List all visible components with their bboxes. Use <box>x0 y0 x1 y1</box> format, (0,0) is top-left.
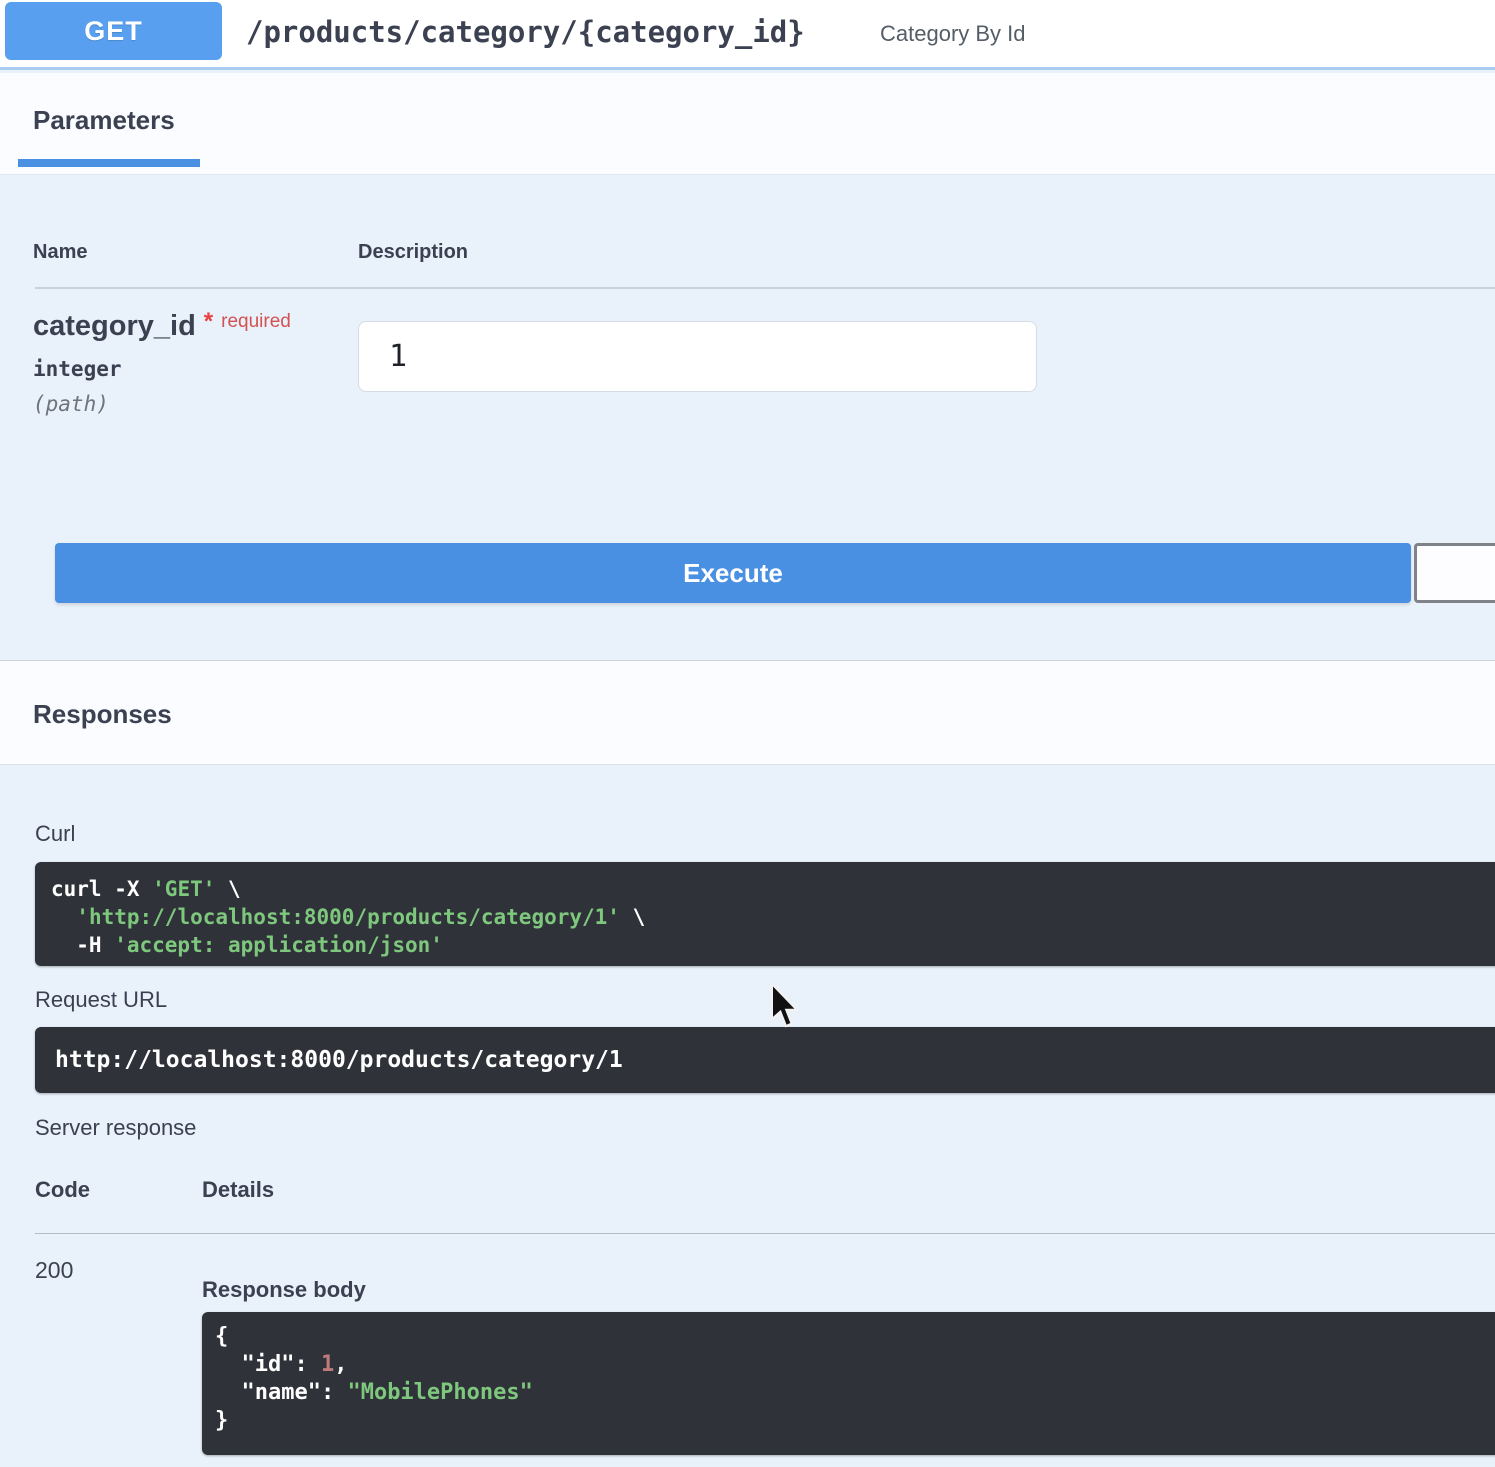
required-label: required <box>221 311 291 332</box>
code-column-header: Code <box>35 1177 90 1202</box>
responses-header-band: Responses <box>0 660 1495 765</box>
endpoint-summary-header[interactable]: GET /products/category/{category_id} Cat… <box>0 0 1495 70</box>
response-body-label: Response body <box>202 1277 366 1302</box>
parameters-header-divider <box>35 287 1495 289</box>
parameter-type: integer <box>33 357 122 381</box>
curl-command-block[interactable]: curl -X 'GET' \ 'http://localhost:8000/p… <box>35 862 1495 966</box>
http-method-badge[interactable]: GET <box>5 2 222 60</box>
responses-title: Responses <box>33 699 172 729</box>
status-code: 200 <box>35 1257 74 1283</box>
request-url-label: Request URL <box>35 987 168 1012</box>
required-asterisk: * <box>203 308 214 335</box>
endpoint-summary-text: Category By Id <box>880 21 1026 46</box>
swagger-operation-panel: GET /products/category/{category_id} Cat… <box>0 0 1495 1467</box>
server-response-label: Server response <box>35 1115 197 1140</box>
parameter-name: category_id <box>33 310 196 342</box>
parameter-location: (path) <box>33 392 109 416</box>
parameters-description-header: Description <box>358 241 469 263</box>
request-url-block: http://localhost:8000/products/category/… <box>35 1027 1495 1093</box>
responses-body: Curl curl -X 'GET' \ 'http://localhost:8… <box>0 766 1495 1467</box>
category-id-input[interactable] <box>358 321 1037 392</box>
details-column-header: Details <box>202 1177 275 1202</box>
tab-bar: Parameters <box>0 73 1495 175</box>
parameters-name-header: Name <box>33 241 88 263</box>
execute-button[interactable]: Execute <box>55 543 1411 603</box>
response-body-block: { "id": 1, "name": "MobilePhones"} <box>202 1312 1495 1455</box>
parameter-name-row: category_id * required <box>33 308 291 343</box>
active-tab-underline <box>18 159 200 167</box>
curl-label: Curl <box>35 821 76 846</box>
endpoint-path: /products/category/{category_id} <box>246 15 805 49</box>
parameters-section: Name Description category_id * required in… <box>0 175 1495 660</box>
clear-button[interactable] <box>1414 543 1495 603</box>
server-response-divider <box>35 1233 1495 1234</box>
tab-parameters[interactable]: Parameters <box>33 105 175 136</box>
